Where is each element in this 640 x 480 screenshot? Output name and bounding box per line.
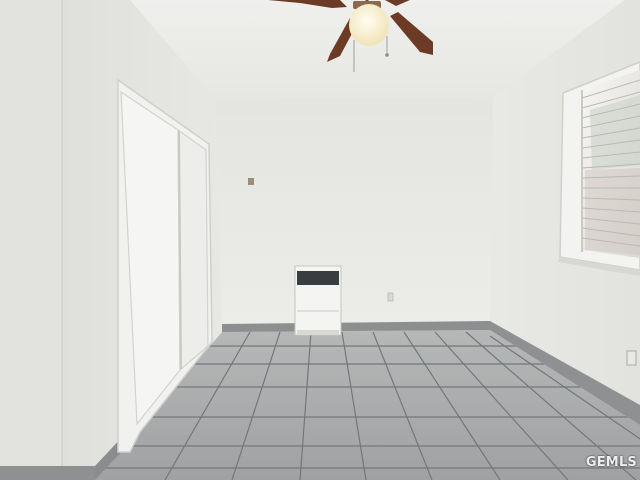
thermostat-icon [248,178,254,185]
left-baseboard [0,466,95,480]
wall-heater-icon [294,265,342,336]
room-photo: GEMLS [0,0,640,480]
fan-light-globe [349,4,389,46]
watermark: GEMLS [585,455,637,470]
room-illustration [0,0,640,480]
wall-outlet-icon [387,292,394,302]
window-with-blinds [558,61,640,276]
wall-outlet-right [626,350,637,366]
back-wall [215,97,493,332]
closet-door-right [177,128,209,372]
